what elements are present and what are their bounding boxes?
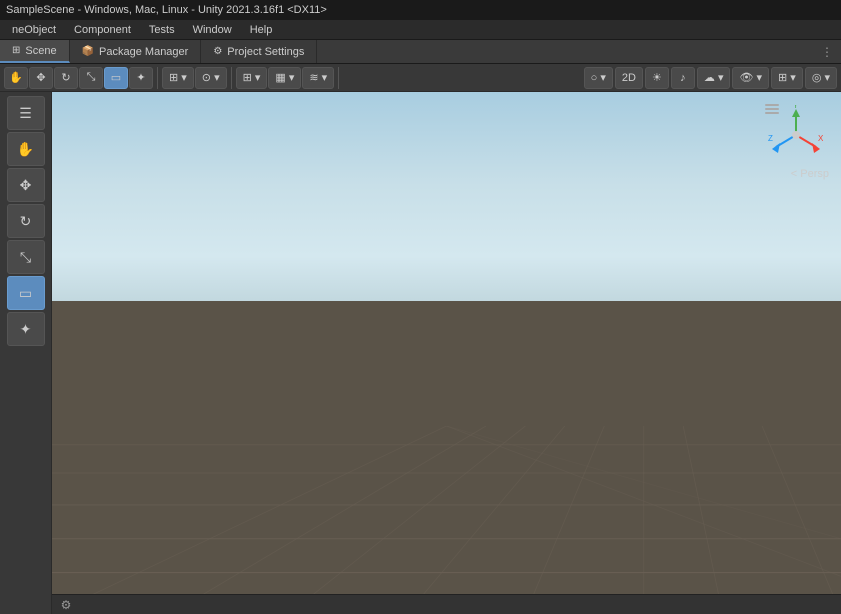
title-bar: SampleScene - Windows, Mac, Linux - Unit… (0, 0, 841, 20)
console-icon[interactable]: ⚙ (56, 596, 76, 614)
menu-gameobject[interactable]: neObject (4, 22, 64, 38)
tool-scale[interactable]: ⤡ (7, 240, 45, 274)
toolbar-right-group: ○ ▾ 2D ☀ ♪ ☁ ▾ 👁 ▾ ⊞ ▾ ◎ ▾ (584, 67, 837, 89)
toolbar-global-btn[interactable]: ⊙ ▾ (195, 67, 227, 89)
toolbar-rect-btn[interactable]: ▭ (104, 67, 128, 89)
toolbar-group-transform: ✋ ✥ ↻ ⤡ ▭ ✦ (4, 67, 158, 89)
menu-help[interactable]: Help (242, 22, 281, 38)
toolbar-layout-btn[interactable]: ◎ ▾ (805, 67, 837, 89)
toolbar-pivot-btn[interactable]: ⊞ ▾ (162, 67, 194, 89)
scene-tab-label: Scene (25, 45, 56, 57)
scene-gizmo[interactable]: X Y Z (761, 100, 831, 170)
toolbar-group-snap: ⊞ ▾ ▦ ▾ ≋ ▾ (236, 67, 340, 89)
toolbar-move-btn[interactable]: ✥ (29, 67, 53, 89)
toolbar-2d-btn[interactable]: 2D (615, 67, 643, 89)
toolbar-audio-btn[interactable]: ≋ ▾ (302, 67, 334, 89)
scene-bottom-bar: ⚙ (52, 594, 841, 614)
tool-transform[interactable]: ✦ (7, 312, 45, 346)
persp-label: < Persp (791, 168, 829, 180)
grid-svg (52, 426, 841, 614)
tab-project-settings[interactable]: ⚙ Project Settings (201, 40, 317, 63)
toolbar-pivot-right-btn[interactable]: ○ ▾ (584, 67, 613, 89)
package-tab-icon: 📦 (82, 46, 94, 57)
toolbar-lighting-btn[interactable]: ☀ (645, 67, 669, 89)
tabs-row: ⊞ Scene 📦 Package Manager ⚙ Project Sett… (0, 40, 841, 64)
tool-panel: ☰ ✋ ✥ ↻ ⤡ ▭ ✦ (0, 92, 52, 614)
axis-gizmo-svg: X Y Z (766, 105, 826, 165)
settings-tab-label: Project Settings (227, 46, 304, 58)
toolbar-hand-btn[interactable]: ✋ (4, 67, 28, 89)
toolbar-transform-btn[interactable]: ✦ (129, 67, 153, 89)
menu-tests[interactable]: Tests (141, 22, 183, 38)
svg-text:Y: Y (793, 105, 799, 110)
toolbar-audio-right-btn[interactable]: ♪ (671, 67, 695, 89)
tool-move[interactable]: ✥ (7, 168, 45, 202)
scene-tab-icon: ⊞ (12, 45, 20, 56)
toolbar-snap2-btn[interactable]: ▦ ▾ (268, 67, 301, 89)
toolbar-layers-btn[interactable]: ⊞ ▾ (771, 67, 803, 89)
settings-tab-icon: ⚙ (213, 46, 222, 57)
toolbar: ✋ ✥ ↻ ⤡ ▭ ✦ ⊞ ▾ ⊙ ▾ ⊞ ▾ ▦ ▾ ≋ ▾ ○ ▾ 2D ☀… (0, 64, 841, 92)
tab-scene[interactable]: ⊞ Scene (0, 40, 70, 63)
menu-window[interactable]: Window (185, 22, 240, 38)
sky-background (52, 92, 841, 327)
menu-bar: neObject Component Tests Window Help (0, 20, 841, 40)
viewport-container: ☰ ✋ ✥ ↻ ⤡ ▭ ✦ (0, 92, 841, 614)
toolbar-group-grid: ⊞ ▾ ⊙ ▾ (162, 67, 232, 89)
svg-text:X: X (818, 134, 824, 143)
svg-text:Z: Z (768, 134, 773, 143)
scene-viewport[interactable]: X Y Z < Persp ⚙ (52, 92, 841, 614)
ground-plane (52, 301, 841, 614)
title-text: SampleScene - Windows, Mac, Linux - Unit… (6, 4, 327, 16)
tool-rect[interactable]: ▭ (7, 276, 45, 310)
toolbar-scale-btn[interactable]: ⤡ (79, 67, 103, 89)
tool-menu-btn[interactable]: ☰ (7, 96, 45, 130)
tool-hand[interactable]: ✋ (7, 132, 45, 166)
gizmo-lines (765, 104, 779, 114)
toolbar-rotate-btn[interactable]: ↻ (54, 67, 78, 89)
package-tab-label: Package Manager (99, 46, 188, 58)
toolbar-vis-btn[interactable]: 👁 ▾ (732, 67, 769, 89)
menu-component[interactable]: Component (66, 22, 139, 38)
toolbar-snap-btn[interactable]: ⊞ ▾ (236, 67, 268, 89)
tab-overflow-menu[interactable]: ⋮ (813, 40, 841, 63)
toolbar-fx-btn[interactable]: ☁ ▾ (697, 67, 731, 89)
tool-rotate[interactable]: ↻ (7, 204, 45, 238)
tab-package-manager[interactable]: 📦 Package Manager (70, 40, 202, 63)
